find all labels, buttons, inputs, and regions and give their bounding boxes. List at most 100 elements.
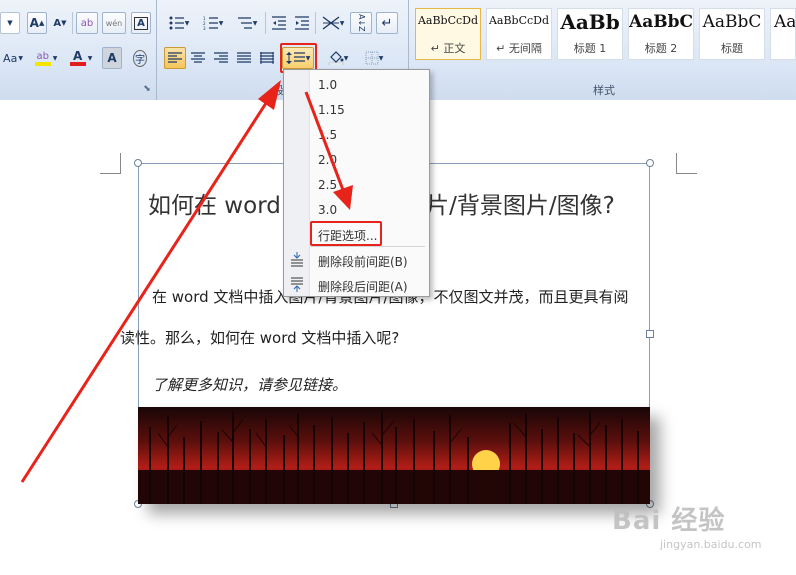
multilevel-list-icon: [237, 17, 252, 29]
document-link-text: 了解更多知识，请参见链接。: [152, 376, 348, 394]
borders-icon: [365, 51, 379, 65]
menu-item-2-0[interactable]: 2.0: [318, 153, 337, 167]
divider: [265, 12, 266, 34]
page-corner-mark: [676, 153, 697, 174]
style-sample: AaBbC: [702, 12, 762, 32]
distributed-icon: [260, 52, 274, 64]
text-effects-button[interactable]: Aa ▼: [0, 47, 26, 69]
menu-item-2-5[interactable]: 2.5: [318, 178, 337, 192]
chinese-layout-button[interactable]: ▼: [317, 12, 349, 34]
style-tile-title[interactable]: AaBbC 标题: [699, 8, 765, 60]
chevron-down-icon: ▼: [339, 19, 345, 27]
menu-item-3-0[interactable]: 3.0: [318, 203, 337, 217]
enclose-char-icon: 字: [133, 49, 147, 67]
paint-bucket-icon: [328, 51, 344, 65]
tree-silhouette-icon: [138, 411, 650, 504]
style-tile-subtitle[interactable]: Aa: [770, 8, 796, 60]
baidu-watermark-url: jingyan.baidu.com: [660, 538, 762, 551]
divider: [315, 12, 316, 34]
chevron-down-icon: ▼: [7, 19, 13, 27]
chevron-down-icon: ▼: [52, 54, 58, 62]
font-group: ▼ A ▲ A ▼ ab wén A Aa ▼ ab ▼ A ▼ A 字 ⬊: [0, 0, 157, 100]
distributed-button[interactable]: [256, 47, 278, 69]
resize-handle[interactable]: [134, 159, 142, 167]
chevron-down-icon: ▼: [18, 54, 23, 62]
char-shading-icon: A: [107, 51, 117, 65]
increase-indent-icon: [295, 16, 309, 30]
grow-font-button[interactable]: A ▲: [27, 12, 47, 34]
show-marks-button[interactable]: ↵: [376, 12, 398, 34]
menu-item-1-0[interactable]: 1.0: [318, 78, 337, 92]
styles-group-label: 样式: [593, 84, 615, 97]
pilcrow-icon: ↵: [381, 15, 393, 31]
highlight-swatch: [34, 62, 51, 66]
align-left-icon: [168, 52, 182, 63]
style-sample: Aa: [774, 12, 796, 32]
align-right-button[interactable]: [210, 47, 232, 69]
align-center-icon: [191, 52, 205, 63]
justify-button[interactable]: [233, 47, 255, 69]
highlight-glyph: ab: [36, 51, 49, 62]
phonetic-guide-icon: wén: [105, 18, 123, 28]
highlight-icon: ab: [34, 50, 51, 66]
resize-handle[interactable]: [646, 330, 654, 338]
line-options-highlight: [310, 221, 382, 246]
style-name: ↵ 无间隔: [496, 42, 542, 55]
font-dialog-launcher[interactable]: ⬊: [142, 84, 152, 94]
menu-item-1-15[interactable]: 1.15: [318, 103, 345, 117]
style-name: ↵ 正文: [430, 42, 466, 55]
style-tile-heading-2[interactable]: AaBbC 标题 2: [628, 8, 694, 60]
page-corner-mark: [100, 153, 121, 174]
chevron-down-icon: ▼: [378, 54, 384, 62]
font-color-button[interactable]: A ▼: [66, 47, 96, 69]
svg-text:3: 3: [203, 26, 206, 30]
increase-indent-button[interactable]: [291, 12, 313, 34]
align-right-icon: [214, 52, 228, 63]
multilevel-list-button[interactable]: ▼: [232, 12, 262, 34]
bullets-icon: [169, 16, 184, 30]
menu-divider: [311, 246, 425, 247]
align-left-button[interactable]: [164, 47, 186, 69]
line-spacing-menu: 1.0 1.15 1.5 2.0 2.5 3.0 行距选项... 删除段前间距(…: [283, 69, 430, 297]
clear-format-icon: ab: [80, 17, 94, 29]
char-border-button[interactable]: A: [131, 12, 151, 34]
clear-format-button[interactable]: ab: [76, 12, 98, 34]
chevron-down-icon: ▼: [218, 19, 224, 27]
style-tile-no-spacing[interactable]: AaBbCcDd ↵ 无间隔: [486, 8, 552, 60]
char-border-icon: A: [134, 16, 148, 30]
chevron-down-icon: ▼: [252, 19, 258, 27]
font-color-icon: A: [69, 49, 86, 66]
style-tile-heading-1[interactable]: AaBb 标题 1: [557, 8, 623, 60]
style-name: 标题 1: [573, 42, 607, 55]
highlight-color-button[interactable]: ab ▼: [30, 47, 62, 69]
document-paragraph: 读性。那么，如何在 word 文档中插入呢?: [120, 329, 400, 347]
shading-button[interactable]: ▼: [322, 47, 354, 69]
bullets-button[interactable]: ▼: [164, 12, 194, 34]
menu-item-remove-after[interactable]: 删除段后间距(A): [318, 278, 408, 295]
sunset-image[interactable]: [138, 407, 650, 504]
resize-handle[interactable]: [646, 159, 654, 167]
numbering-button[interactable]: 123 ▼: [198, 12, 228, 34]
style-tile-normal[interactable]: AaBbCcDd ↵ 正文: [415, 8, 481, 60]
borders-button[interactable]: ▼: [358, 47, 390, 69]
phonetic-guide-button[interactable]: wén: [102, 12, 126, 34]
divider: [72, 12, 73, 34]
sort-button[interactable]: A↓Z: [350, 12, 372, 34]
chevron-down-icon: ▼: [87, 54, 93, 62]
align-center-button[interactable]: [187, 47, 209, 69]
enclose-char-button[interactable]: 字: [130, 47, 150, 69]
styles-group: AaBbCcDd ↵ 正文 AaBbCcDd ↵ 无间隔 AaBb 标题 1 A…: [412, 0, 796, 100]
decrease-indent-button[interactable]: [268, 12, 290, 34]
shrink-font-icon: A: [53, 17, 62, 29]
menu-item-1-5[interactable]: 1.5: [318, 128, 337, 142]
menu-item-remove-before[interactable]: 删除段前间距(B): [318, 253, 408, 270]
space-after-icon: [291, 277, 303, 292]
shrink-font-button[interactable]: A ▼: [50, 12, 70, 34]
decrease-indent-icon: [272, 16, 286, 30]
chevron-down-icon: ▼: [343, 54, 349, 62]
char-shading-button[interactable]: A: [102, 47, 122, 69]
font-color-glyph: A: [73, 49, 83, 63]
grow-font-icon: A: [29, 16, 39, 30]
style-name: 标题: [721, 42, 743, 55]
font-size-dropdown[interactable]: ▼: [0, 12, 20, 34]
